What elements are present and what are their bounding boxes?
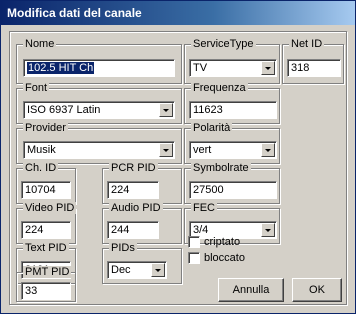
pmt-pid-input[interactable]: 33 (21, 282, 71, 300)
ch-id-input[interactable]: 10704 (21, 181, 71, 199)
pcr-pid-input[interactable]: 224 (107, 181, 159, 199)
checkbox-box[interactable] (188, 252, 200, 264)
pmt-pid-label: PMT PID (23, 266, 72, 278)
chevron-down-icon[interactable] (151, 263, 165, 277)
group-net-id: Net ID 318 (282, 38, 344, 84)
group-ch-id: Ch. ID 10704 (16, 162, 76, 204)
bloccato-checkbox[interactable]: bloccato (188, 252, 245, 264)
main-panel: Nome 102.5 HIT Ch ServiceType TV Net ID … (9, 31, 347, 305)
chevron-down-icon[interactable] (261, 223, 275, 237)
group-provider: Provider Musik (16, 122, 182, 164)
dialog-window: Modifica dati del canale Nome 102.5 HIT … (0, 0, 356, 314)
chevron-down-icon[interactable] (159, 103, 173, 117)
title-bar: Modifica dati del canale (1, 1, 355, 25)
pids-select[interactable]: Dec (107, 261, 167, 279)
frequenza-label: Frequenza (191, 82, 248, 94)
net-id-label: Net ID (289, 38, 325, 50)
net-id-input[interactable]: 318 (287, 59, 341, 77)
annulla-button[interactable]: Annulla (218, 278, 284, 302)
group-pids: PIDs Dec (102, 242, 182, 284)
ch-id-label: Ch. ID (23, 162, 59, 174)
pids-label: PIDs (109, 242, 137, 254)
polarita-label: Polarità (191, 122, 233, 134)
chevron-down-icon[interactable] (159, 143, 173, 157)
bloccato-label: bloccato (204, 252, 245, 264)
chevron-down-icon[interactable] (261, 61, 275, 75)
service-type-label: ServiceType (191, 38, 256, 50)
provider-select[interactable]: Musik (23, 141, 175, 159)
provider-label: Provider (23, 122, 68, 134)
criptato-label: criptato (204, 236, 241, 248)
group-font: Font ISO 6937 Latin (16, 82, 182, 124)
group-pcr-pid: PCR PID 224 (102, 162, 182, 204)
criptato-checkbox[interactable]: criptato (188, 236, 240, 248)
group-service-type: ServiceType TV (184, 38, 280, 84)
nome-label: Nome (23, 38, 57, 50)
group-polarita: Polarità vert (184, 122, 280, 164)
ok-button[interactable]: OK (292, 278, 342, 302)
group-frequenza: Frequenza 11623 (184, 82, 280, 124)
group-pmt-pid: PMT PID 33 (16, 266, 76, 302)
symbolrate-input[interactable]: 27500 (189, 181, 277, 199)
symbolrate-label: Symbolrate (191, 162, 251, 174)
font-label: Font (23, 82, 50, 94)
checkbox-box[interactable] (188, 236, 200, 248)
chevron-down-icon[interactable] (261, 143, 275, 157)
group-video-pid: Video PID 224 (16, 202, 77, 244)
service-type-select[interactable]: TV (189, 59, 277, 77)
video-pid-label: Video PID (23, 202, 77, 214)
group-nome: Nome 102.5 HIT Ch (16, 38, 182, 84)
nome-input[interactable]: 102.5 HIT Ch (23, 59, 175, 77)
audio-pid-label: Audio PID (109, 202, 163, 214)
pcr-pid-label: PCR PID (109, 162, 158, 174)
polarita-select[interactable]: vert (189, 141, 277, 159)
audio-pid-input[interactable]: 244 (107, 221, 159, 239)
fec-label: FEC (191, 202, 217, 214)
group-symbolrate: Symbolrate 27500 (184, 162, 280, 204)
video-pid-input[interactable]: 224 (21, 221, 71, 239)
text-pid-label: Text PID (23, 242, 69, 254)
group-audio-pid: Audio PID 244 (102, 202, 182, 244)
frequenza-input[interactable]: 11623 (189, 101, 277, 119)
font-select[interactable]: ISO 6937 Latin (23, 101, 175, 119)
